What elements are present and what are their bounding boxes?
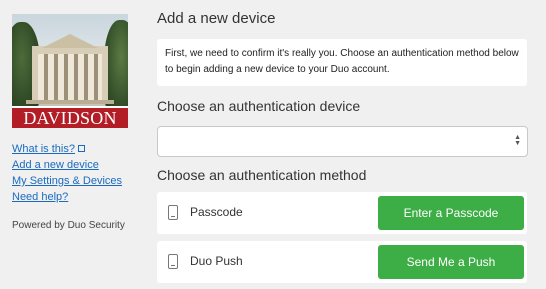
method-row-passcode: Passcode Enter a Passcode: [157, 192, 527, 234]
davidson-logo: DAVIDSON: [12, 14, 128, 128]
what-is-this-link[interactable]: What is this?: [12, 141, 142, 157]
need-help-link[interactable]: Need help?: [12, 189, 142, 205]
sidebar-links: What is this? Add a new device My Settin…: [12, 138, 142, 205]
method-label-push: Duo Push: [190, 254, 243, 268]
sidebar: DAVIDSON What is this? Add a new device …: [12, 14, 142, 231]
logo-wordmark: DAVIDSON: [12, 106, 128, 128]
method-row-push: Duo Push Send Me a Push: [157, 241, 527, 283]
select-arrows-icon: ▲ ▼: [514, 134, 521, 147]
method-heading: Choose an authentication method: [157, 167, 367, 183]
powered-by-duo: Powered by Duo Security: [12, 220, 125, 231]
push-device-icon: [168, 254, 178, 269]
info-message: First, we need to confirm it's really yo…: [157, 39, 527, 86]
external-link-icon: [77, 145, 85, 152]
device-heading: Choose an authentication device: [157, 98, 361, 114]
device-select[interactable]: ▲ ▼: [157, 126, 528, 157]
enter-passcode-button[interactable]: Enter a Passcode: [378, 196, 524, 230]
add-new-device-link[interactable]: Add a new device: [12, 157, 142, 173]
passcode-device-icon: [168, 205, 178, 220]
my-settings-devices-link[interactable]: My Settings & Devices: [12, 173, 142, 189]
page-title: Add a new device: [157, 10, 276, 27]
send-push-button[interactable]: Send Me a Push: [378, 245, 524, 279]
method-label-passcode: Passcode: [190, 205, 243, 219]
